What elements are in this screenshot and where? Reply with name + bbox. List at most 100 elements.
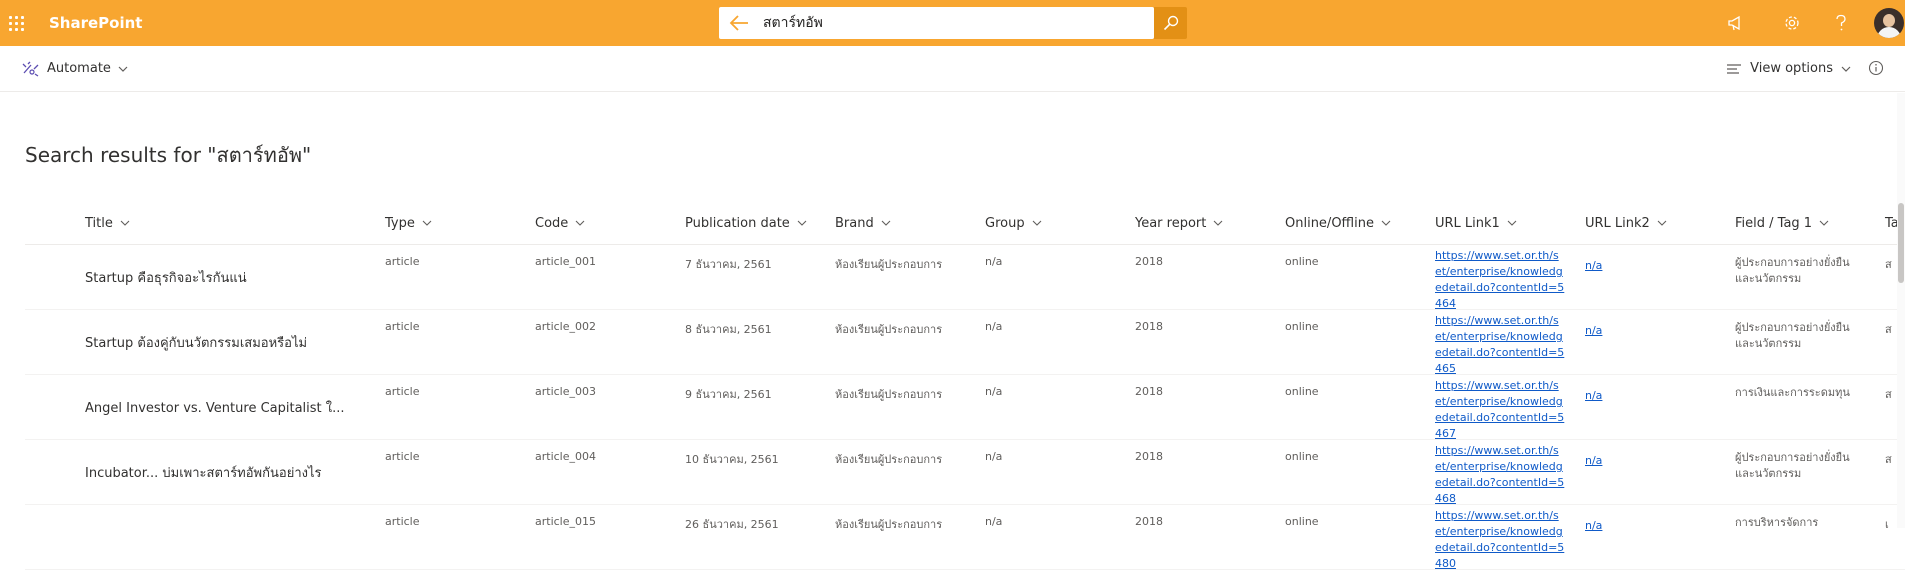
- command-bar: Automate View options: [0, 46, 1905, 92]
- cell-brand: ห้องเรียนผู้ประกอบการ: [835, 258, 943, 271]
- search-box[interactable]: [719, 7, 1154, 39]
- cell-publication-date: 9 ธันวาคม, 2561: [685, 388, 772, 401]
- cell-type: article: [385, 450, 420, 463]
- cell-online-offline: online: [1285, 320, 1319, 333]
- help-icon[interactable]: [1829, 11, 1853, 35]
- automate-label: Automate: [47, 61, 111, 76]
- automate-icon: [22, 61, 39, 77]
- cell-url-link2[interactable]: n/a: [1585, 259, 1602, 272]
- table-row[interactable]: Startup คือธุรกิจอะไรกันแน่ article arti…: [25, 245, 1905, 310]
- cell-url-link2[interactable]: n/a: [1585, 389, 1602, 402]
- search-icon: [1163, 15, 1178, 31]
- column-header-online-offline[interactable]: Online/Offline: [1285, 202, 1391, 244]
- megaphone-icon[interactable]: [1724, 11, 1748, 35]
- cell-code: article_002: [535, 320, 596, 333]
- list-header-row: Title Type Code Publication date Brand G…: [25, 202, 1905, 245]
- cell-title[interactable]: Startup คือธุรกิจอะไรกันแน่: [85, 267, 247, 288]
- table-row[interactable]: Angel Investor vs. Venture Capitalist ใ.…: [25, 375, 1905, 440]
- view-options-button[interactable]: View options: [1726, 46, 1851, 91]
- cell-url-link1[interactable]: https://www.set.or.th/set/enterprise/kno…: [1435, 248, 1565, 312]
- cell-tag2: ส: [1885, 453, 1892, 466]
- table-row[interactable]: Startup ต้องคู่กับนวัตกรรมเสมอหรือไม่ ar…: [25, 310, 1905, 375]
- cell-field-tag1: ผู้ประกอบการอย่างยั่งยืนและนวัตกรรม: [1735, 451, 1850, 480]
- cell-year-report: 2018: [1135, 450, 1163, 463]
- vertical-scrollbar[interactable]: [1897, 93, 1905, 528]
- gear-icon[interactable]: [1780, 11, 1804, 35]
- cell-url-link1[interactable]: https://www.set.or.th/set/enterprise/kno…: [1435, 313, 1565, 377]
- cell-type: article: [385, 255, 420, 268]
- cell-group: n/a: [985, 255, 1003, 268]
- cell-tag2: ส: [1885, 388, 1892, 401]
- app-launcher-icon[interactable]: [0, 0, 32, 46]
- avatar[interactable]: [1874, 8, 1904, 38]
- cell-field-tag1: ผู้ประกอบการอย่างยั่งยืนและนวัตกรรม: [1735, 321, 1850, 350]
- column-header-year-report[interactable]: Year report: [1135, 202, 1223, 244]
- cell-publication-date: 26 ธันวาคม, 2561: [685, 518, 779, 531]
- cell-publication-date: 7 ธันวาคม, 2561: [685, 258, 772, 271]
- cell-url-link1[interactable]: https://www.set.or.th/set/enterprise/kno…: [1435, 508, 1565, 572]
- automate-button[interactable]: Automate: [22, 46, 128, 91]
- cell-title[interactable]: Angel Investor vs. Venture Capitalist ใ.…: [85, 397, 345, 418]
- cell-code: article_004: [535, 450, 596, 463]
- table-row[interactable]: Incubator... บ่มเพาะสตาร์ทอัพกันอย่างไร …: [25, 440, 1905, 505]
- page-title: Search results for "สตาร์ทอัพ": [25, 143, 312, 167]
- cell-year-report: 2018: [1135, 515, 1163, 528]
- view-list-icon: [1727, 63, 1742, 74]
- cell-url-link1[interactable]: https://www.set.or.th/set/enterprise/kno…: [1435, 378, 1565, 442]
- cell-field-tag1: ผู้ประกอบการอย่างยั่งยืนและนวัตกรรม: [1735, 256, 1850, 285]
- column-header-title[interactable]: Title: [85, 202, 130, 244]
- cell-title[interactable]: Startup ต้องคู่กับนวัตกรรมเสมอหรือไม่: [85, 332, 307, 353]
- column-header-group[interactable]: Group: [985, 202, 1042, 244]
- cell-online-offline: online: [1285, 255, 1319, 268]
- cell-url-link2[interactable]: n/a: [1585, 519, 1602, 532]
- cell-title[interactable]: Incubator... บ่มเพาะสตาร์ทอัพกันอย่างไร: [85, 462, 321, 483]
- column-header-brand[interactable]: Brand: [835, 202, 891, 244]
- cell-tag2: เ: [1885, 518, 1889, 531]
- suite-bar: SharePoint: [0, 0, 1905, 46]
- cell-brand: ห้องเรียนผู้ประกอบการ: [835, 388, 943, 401]
- cell-type: article: [385, 385, 420, 398]
- chevron-down-icon: [118, 66, 128, 72]
- cell-group: n/a: [985, 515, 1003, 528]
- chevron-down-icon: [1381, 220, 1391, 226]
- cell-field-tag1: การเงินและการระดมทุน: [1735, 386, 1850, 399]
- cell-brand: ห้องเรียนผู้ประกอบการ: [835, 518, 943, 531]
- column-header-code[interactable]: Code: [535, 202, 585, 244]
- cell-year-report: 2018: [1135, 255, 1163, 268]
- cell-online-offline: online: [1285, 515, 1319, 528]
- chevron-down-icon: [1657, 220, 1667, 226]
- chevron-down-icon: [1032, 220, 1041, 226]
- column-header-url-link1[interactable]: URL Link1: [1435, 202, 1517, 244]
- cell-year-report: 2018: [1135, 320, 1163, 333]
- view-options-label: View options: [1750, 61, 1833, 76]
- chevron-down-icon: [422, 220, 432, 226]
- search-button[interactable]: [1154, 7, 1187, 39]
- cell-code: article_015: [535, 515, 596, 528]
- back-arrow-icon[interactable]: [727, 12, 751, 34]
- cell-code: article_001: [535, 255, 596, 268]
- column-header-publication-date[interactable]: Publication date: [685, 202, 807, 244]
- cell-url-link1[interactable]: https://www.set.or.th/set/enterprise/kno…: [1435, 443, 1565, 507]
- info-icon[interactable]: [1868, 60, 1884, 80]
- cell-code: article_003: [535, 385, 596, 398]
- chevron-down-icon: [1819, 220, 1829, 226]
- cell-type: article: [385, 320, 420, 333]
- column-header-type[interactable]: Type: [385, 202, 432, 244]
- cell-url-link2[interactable]: n/a: [1585, 454, 1602, 467]
- table-row[interactable]: article article_015 26 ธันวาคม, 2561 ห้อ…: [25, 505, 1905, 570]
- cell-publication-date: 10 ธันวาคม, 2561: [685, 453, 779, 466]
- column-header-field-tag1[interactable]: Field / Tag 1: [1735, 202, 1829, 244]
- chevron-down-icon: [1213, 220, 1223, 226]
- chevron-down-icon: [575, 220, 585, 226]
- column-header-url-link2[interactable]: URL Link2: [1585, 202, 1667, 244]
- search-input[interactable]: [763, 7, 1143, 39]
- scrollbar-thumb[interactable]: [1898, 203, 1904, 283]
- cell-url-link2[interactable]: n/a: [1585, 324, 1602, 337]
- cell-group: n/a: [985, 320, 1003, 333]
- cell-year-report: 2018: [1135, 385, 1163, 398]
- app-name[interactable]: SharePoint: [49, 0, 142, 46]
- cell-online-offline: online: [1285, 450, 1319, 463]
- cell-tag2: ส: [1885, 323, 1892, 336]
- cell-online-offline: online: [1285, 385, 1319, 398]
- chevron-down-icon: [1507, 220, 1517, 226]
